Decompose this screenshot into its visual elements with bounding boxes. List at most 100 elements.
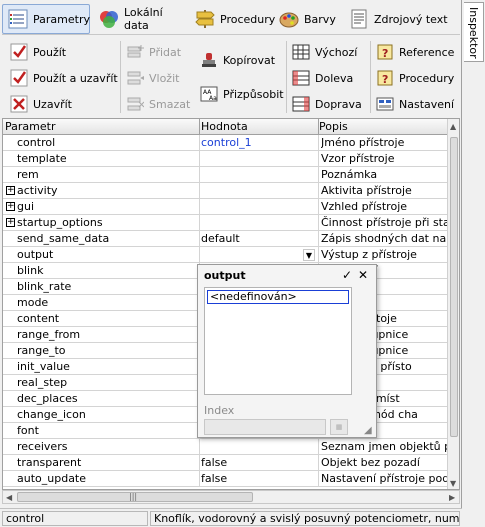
table-row[interactable]: + startup_options Činnost přístroje při st… [3,215,459,231]
column-header-parametr[interactable]: Parametr [5,120,55,133]
scroll-up-icon[interactable]: ▲ [450,122,456,131]
insert-button[interactable]: Vložit [126,67,179,89]
column-divider [318,231,319,247]
column-divider [199,439,200,455]
param-name: output [17,248,54,261]
copy-button[interactable]: Kopírovat [200,49,275,71]
table-row[interactable]: + activity Aktivita přístroje [3,183,459,199]
param-value[interactable]: false [201,456,317,469]
column-header-hodnota[interactable]: Hodnota [201,120,248,133]
scroll-down-icon[interactable]: ▼ [450,479,456,488]
param-description: Jméno přístroje [321,136,405,149]
column-divider [318,199,319,215]
right-button[interactable]: Doprava [292,93,362,115]
tab-procedury[interactable]: Procedury [190,4,275,34]
param-value[interactable]: default [201,232,317,245]
scroll-right-icon[interactable]: ▶ [449,493,455,502]
param-description: Poznámka [321,168,378,181]
tab-label: Lokální data [124,6,163,32]
column-header-popis[interactable]: Popis [319,120,348,133]
scrollbar-thumb[interactable] [450,137,458,437]
use-button[interactable]: Použít [10,41,66,63]
default-button[interactable]: Výchozí [292,41,357,63]
column-divider [199,135,200,151]
table-row[interactable]: receivers Seznam jmen objektů příjm [3,439,459,455]
value-list[interactable]: <nedefinován> [204,287,352,395]
toolbar-separator [286,41,287,113]
table-row[interactable]: + gui Vzhled přístroje [3,199,459,215]
close-icon[interactable]: ✕ [358,268,368,282]
stamp-icon [200,51,218,69]
column-divider [199,247,200,263]
toolbar: Použít Použít a uzavřít Uzavřít Přidat V… [2,34,460,118]
use-close-button[interactable]: Použít a uzavřít [10,67,118,89]
table-left-icon [292,69,310,87]
settings-button[interactable]: Nastavení [376,93,454,115]
column-divider [199,471,200,487]
scroll-left-icon[interactable]: ◀ [6,493,12,502]
close-button[interactable]: Uzavřít [10,93,72,115]
param-name: content [17,312,60,325]
column-divider [199,199,200,215]
status-bar: control Knoflík, vodorovný a svislý posu… [0,508,462,527]
table-row[interactable]: template Vzor přístroje [3,151,459,167]
param-value[interactable]: control_1 [201,136,317,149]
column-divider[interactable] [199,119,200,135]
expand-icon[interactable]: + [6,218,15,227]
table-row[interactable]: transparent false Objekt bez pozadí [3,455,459,471]
tab-zdrojovy-text[interactable]: Zdrojový text [344,4,456,34]
tab-lokalni-data[interactable]: Lokální data [94,4,186,34]
param-name: range_to [17,344,66,357]
column-divider [318,151,319,167]
index-button[interactable]: ▦ [330,419,348,435]
toolbar-separator [120,41,121,113]
param-name: template [17,152,67,165]
param-name: send_same_data [17,232,110,245]
param-name: gui [17,200,35,213]
expand-icon[interactable]: + [6,186,15,195]
reference-button[interactable]: ? Reference [376,41,454,63]
vertical-scrollbar[interactable]: ▲ ▼ [447,119,459,489]
tab-inspektor[interactable]: Inspektor [464,2,484,62]
column-divider [318,135,319,151]
side-panel: Inspektor [463,0,485,527]
table-row[interactable]: send_same_data default Zápis shodných dat … [3,231,459,247]
table-row[interactable]: auto_update false Nastavení přístroje podl… [3,471,459,487]
confirm-icon[interactable]: ✓ [342,268,352,282]
svg-text:?: ? [382,47,388,60]
index-field[interactable] [204,419,326,435]
table-row[interactable]: rem Poznámka [3,167,459,183]
tab-parametry[interactable]: Parametry [2,4,90,34]
column-divider [199,167,200,183]
check-icon [10,43,28,61]
adapt-button[interactable]: AA Aa Přizpůsobit [200,83,284,105]
table-row[interactable]: control control_1 Jméno přístroje [3,135,459,151]
add-button[interactable]: Přidat [126,41,181,63]
param-description: Aktivita přístroje [321,184,412,197]
column-divider [318,455,319,471]
column-divider [318,471,319,487]
help-book-icon: ? [376,43,394,61]
popup-title: output [204,269,246,282]
table-row[interactable]: output ▼ Výstup z přístroje [3,247,459,263]
status-description: Knoflík, vodorovný a svislý posuvný pote… [150,511,460,526]
procedures-help-button[interactable]: ? Procedury [376,67,454,89]
expand-icon[interactable]: + [6,202,15,211]
param-name: mode [17,296,49,309]
tab-barvy[interactable]: Barvy [274,4,340,34]
horizontal-scrollbar[interactable]: ◀ ||| ▶ [2,490,460,504]
param-value[interactable]: false [201,472,317,485]
column-divider [318,167,319,183]
param-name: auto_update [17,472,87,485]
left-button[interactable]: Doleva [292,67,353,89]
help-icon: ? [376,69,394,87]
column-divider [199,151,200,167]
column-divider [318,247,319,263]
dropdown-arrow-icon[interactable]: ▼ [303,249,315,261]
column-divider [318,183,319,199]
delete-button[interactable]: Smazat [126,93,190,115]
close-icon [10,95,28,113]
tab-label: Inspektor [467,7,480,59]
resize-grip-icon[interactable]: ◢ [364,425,376,437]
list-item[interactable]: <nedefinován> [207,290,349,304]
